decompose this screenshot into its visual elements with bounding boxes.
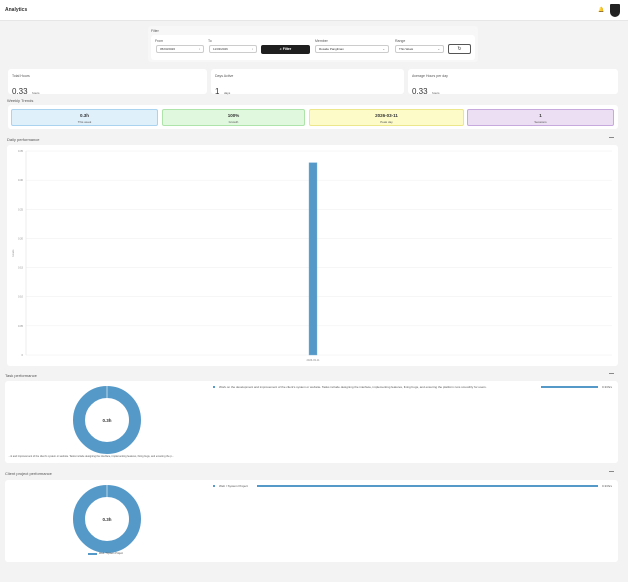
- y-tick-label: 0.05: [18, 324, 24, 328]
- trend-growth: 100% Growth: [162, 109, 305, 126]
- y-tick-label: 0.15: [18, 266, 24, 270]
- search-icon: ⌕: [279, 47, 282, 51]
- y-tick-label: 0.20: [18, 236, 24, 240]
- stat-total-hours: Total Hours 0.33 hours: [8, 69, 207, 96]
- refresh-icon: ↻: [457, 46, 462, 52]
- daily-performance-title: Daily performance: [7, 137, 40, 142]
- collapse-task-button[interactable]: —: [609, 371, 614, 377]
- trend-peak-day: 2026-03-11 Peak day: [309, 109, 464, 126]
- client-donut-legend: Web / System Project: [99, 552, 123, 555]
- task-performance-panel: 0.3h ...nt and improvement of the client…: [5, 381, 618, 463]
- stat-days-active: Days Active 1 days: [211, 69, 404, 96]
- from-label: From: [155, 39, 164, 43]
- stat-average-hours: Average Hours per day 0.33 hours: [408, 69, 618, 96]
- member-label: Member: [315, 39, 328, 43]
- client-progress-bar: [257, 485, 598, 487]
- task-donut-legend: ...nt and improvement of the client's sy…: [8, 455, 174, 458]
- stat-value: 0.33: [12, 87, 28, 96]
- chevron-down-icon: ⌄: [382, 47, 385, 51]
- stat-unit: hours: [432, 91, 440, 95]
- client-donut: 0.3h: [73, 485, 141, 553]
- member-select[interactable]: Rosalie Pangilinan ⌄: [315, 45, 389, 53]
- filter-button[interactable]: ⌕ Filter: [261, 45, 310, 54]
- calendar-icon: ▫: [251, 47, 253, 51]
- donut-center-label: 0.3h: [102, 418, 111, 423]
- stat-value: 1: [215, 87, 220, 96]
- stat-label: Average Hours per day: [412, 74, 448, 78]
- refresh-button[interactable]: ↻: [448, 44, 471, 54]
- range-select[interactable]: This Week ⌄: [395, 45, 444, 53]
- donut-center-label: 0.3h: [102, 517, 111, 522]
- task-item-label: Work on the development and improvement …: [219, 385, 487, 389]
- page-title: Analytics: [5, 7, 28, 13]
- chevron-down-icon: ⌄: [437, 47, 440, 51]
- collapse-daily-button[interactable]: —: [609, 135, 614, 141]
- filter-title: Filter: [151, 29, 159, 33]
- stat-label: Days Active: [215, 74, 234, 78]
- client-item-label: Web / System Project: [219, 484, 248, 488]
- bell-icon[interactable]: 🔔: [598, 7, 604, 13]
- from-date-input[interactable]: 05/03/2026 ▫: [156, 45, 204, 53]
- y-tick-label: 0: [22, 353, 24, 357]
- to-label: To: [208, 39, 212, 43]
- stat-unit: hours: [32, 91, 40, 95]
- legend-dot: [213, 386, 215, 388]
- client-performance-title: Client project performance: [5, 471, 52, 476]
- x-tick-label: 2026-03-11: [306, 358, 320, 362]
- y-tick-label: 0.10: [18, 295, 24, 299]
- task-progress-bar: [541, 386, 598, 388]
- bar: [308, 162, 318, 356]
- range-label: Range: [395, 39, 406, 43]
- trend-sessions: 1 Sessions: [467, 109, 614, 126]
- client-item-value: 0.33hrs: [602, 484, 613, 488]
- daily-bar-chart: 0.35 0.30 0.25 0.20 0.15 0.10 0.05 0 Hours 2026-0…: [11, 149, 612, 362]
- filter-panel: Filter From 05/03/2026 ▫ To 11/03/2026 ▫ ⌕…: [148, 26, 478, 62]
- stat-unit: days: [223, 91, 231, 95]
- daily-chart-panel: 0.35 0.30 0.25 0.20 0.15 0.10 0.05 0 Hours 2026-0…: [7, 145, 618, 366]
- weekly-trends-panel: 0.3h This week 100% Growth 2026-03-11 Peak …: [8, 105, 618, 129]
- legend-dot: [213, 485, 215, 487]
- trend-this-week: 0.3h This week: [11, 109, 158, 126]
- logo-shield-icon[interactable]: [610, 4, 620, 17]
- to-date-input[interactable]: 11/03/2026 ▫: [209, 45, 257, 53]
- stat-label: Total Hours: [12, 74, 30, 78]
- y-tick-label: 0.25: [18, 207, 24, 211]
- y-axis-label: Hours: [11, 249, 15, 257]
- calendar-icon: ▫: [198, 47, 200, 51]
- client-performance-panel: 0.3h Web / System Project Web / System P…: [5, 480, 618, 562]
- collapse-client-button[interactable]: —: [609, 469, 614, 475]
- task-donut: 0.3h: [73, 386, 141, 454]
- top-bar: Analytics 🔔: [0, 0, 628, 21]
- y-tick-label: 0.35: [18, 149, 24, 153]
- task-performance-title: Task performance: [5, 373, 37, 378]
- y-tick-label: 0.30: [18, 178, 24, 182]
- weekly-trends-title: Weekly Trends: [7, 98, 34, 103]
- legend-swatch: [88, 553, 97, 555]
- stat-value: 0.33: [412, 87, 428, 96]
- task-item-value: 0.33hrs: [602, 385, 613, 389]
